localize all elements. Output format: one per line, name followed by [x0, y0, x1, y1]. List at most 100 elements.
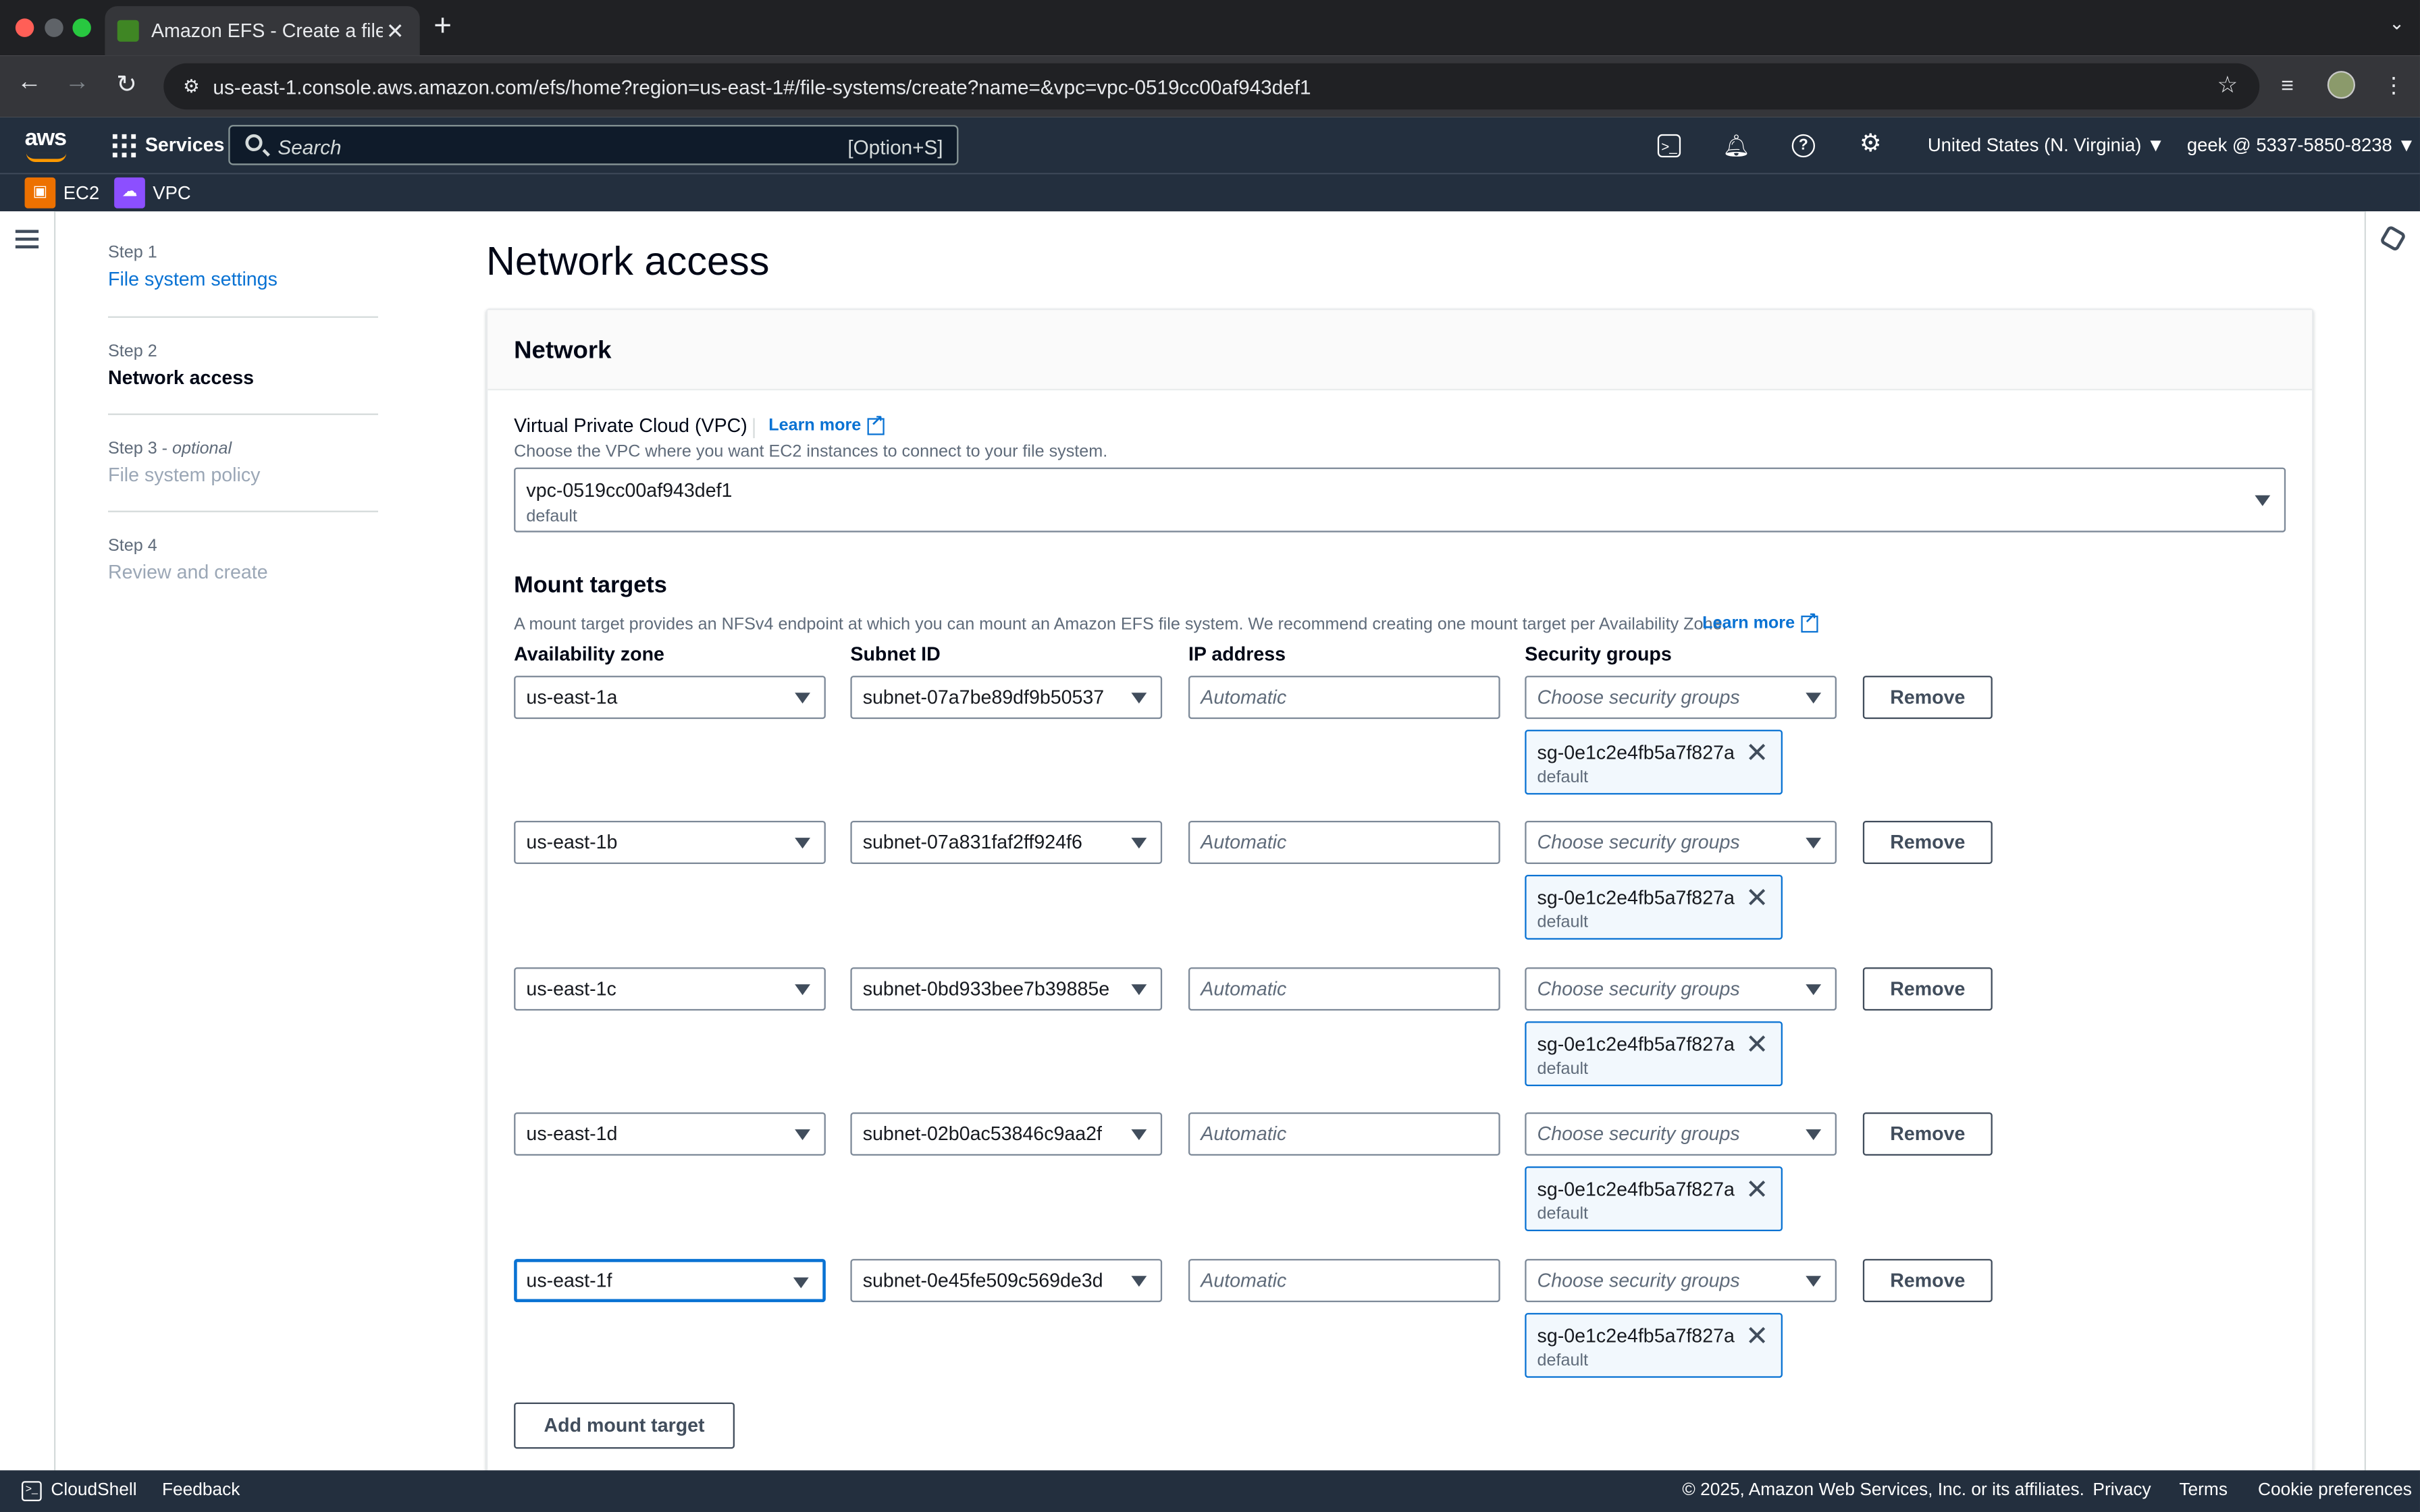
ip-address-input[interactable]: Automatic: [1188, 676, 1500, 720]
privacy-link[interactable]: Privacy: [2093, 1481, 2151, 1499]
chevron-down-icon: [795, 1129, 810, 1141]
wizard-step-4: Step 4 Review and create: [108, 512, 378, 610]
ip-address-input[interactable]: Automatic: [1188, 1259, 1500, 1303]
feedback-link[interactable]: Feedback: [162, 1481, 240, 1499]
favorite-vpc-label: VPC: [153, 182, 191, 204]
chevron-down-icon: [1806, 838, 1822, 849]
console-footer: >_ CloudShell Feedback © 2025, Amazon We…: [0, 1470, 2420, 1512]
step-link-file-system-settings[interactable]: File system settings: [108, 269, 378, 290]
menu-hamburger-icon[interactable]: [15, 230, 39, 253]
vpc-learn-more-link[interactable]: Learn more: [768, 412, 885, 435]
mount-target-row: us-east-1b subnet-07a831faf2ff924f6 Auto…: [488, 820, 2312, 966]
chevron-down-icon: [1806, 1276, 1822, 1287]
add-mount-target-button[interactable]: Add mount target: [514, 1402, 735, 1449]
services-menu[interactable]: Services: [145, 134, 225, 156]
subnet-select[interactable]: subnet-07a7be89df9b50537: [850, 676, 1163, 720]
dismiss-token-icon[interactable]: ✕: [1745, 1322, 1768, 1350]
security-group-token: sg-0e1c2e4fb5a7f827a default ✕: [1525, 1313, 1783, 1378]
wizard-step-3: Step 3 - optional File system policy: [107, 415, 378, 512]
aws-logo[interactable]: aws: [25, 126, 72, 162]
dismiss-token-icon[interactable]: ✕: [1745, 739, 1768, 767]
dismiss-token-icon[interactable]: ✕: [1745, 1176, 1768, 1204]
az-select[interactable]: us-east-1c: [514, 967, 826, 1011]
subnet-select[interactable]: subnet-07a831faf2ff924f6: [850, 820, 1163, 864]
account-menu[interactable]: geek @ 5337-5850-8238 ▼: [2187, 134, 2416, 156]
cloudshell-icon[interactable]: >_: [21, 1481, 42, 1501]
address-bar[interactable]: ⚙ us-east-1.console.aws.amazon.com/efs/h…: [163, 63, 2260, 110]
security-groups-select[interactable]: Choose security groups: [1525, 676, 1837, 720]
az-select[interactable]: us-east-1b: [514, 820, 826, 864]
reload-icon[interactable]: ↻: [109, 70, 143, 101]
ip-address-input[interactable]: Automatic: [1188, 820, 1500, 864]
remove-button[interactable]: Remove: [1862, 820, 1993, 864]
search-input[interactable]: Search [Option+S]: [228, 125, 959, 165]
cookie-preferences-link[interactable]: Cookie preferences: [2258, 1481, 2412, 1499]
security-group-token: sg-0e1c2e4fb5a7f827a default ✕: [1525, 1166, 1783, 1231]
site-settings-icon[interactable]: ⚙: [176, 71, 207, 102]
cloudshell-icon[interactable]: >_: [1657, 134, 1681, 158]
token-desc: default: [1537, 1351, 1589, 1370]
tools-panel-icon[interactable]: [2379, 224, 2407, 252]
dismiss-token-icon[interactable]: ✕: [1745, 884, 1768, 912]
ip-address-input[interactable]: Automatic: [1188, 967, 1500, 1011]
page-title: Network access: [485, 237, 770, 284]
cloudshell-link[interactable]: CloudShell: [51, 1481, 136, 1499]
close-window-button[interactable]: [15, 18, 34, 37]
browser-toolbar: ← → ↻ ⚙ us-east-1.console.aws.amazon.com…: [0, 55, 2420, 117]
container-header: Network: [488, 310, 2312, 391]
chevron-down-icon: [1131, 838, 1147, 849]
security-groups-select[interactable]: Choose security groups: [1525, 967, 1837, 1011]
chevron-down-icon: [1131, 693, 1147, 704]
maximize-window-button[interactable]: [72, 18, 91, 37]
browser-menu-icon[interactable]: ⋮: [2383, 72, 2404, 99]
subnet-select[interactable]: subnet-0bd933bee7b39885e: [850, 967, 1163, 1011]
tab-search-icon[interactable]: ⌄: [2389, 12, 2404, 34]
minimize-window-button[interactable]: [45, 18, 63, 37]
browser-tab[interactable]: Amazon EFS - Create a file sy ✕: [105, 6, 420, 56]
mount-targets-description: A mount target provides an NFSv4 endpoin…: [514, 615, 1727, 634]
security-groups-select[interactable]: Choose security groups: [1525, 820, 1837, 864]
terms-link[interactable]: Terms: [2179, 1481, 2228, 1499]
step-current-network-access: Network access: [107, 367, 255, 389]
subnet-select[interactable]: subnet-0e45fe509c569de3d: [850, 1259, 1163, 1303]
help-icon[interactable]: ?: [1791, 134, 1815, 158]
bookmark-star-icon[interactable]: ☆: [2217, 71, 2238, 99]
token-name: sg-0e1c2e4fb5a7f827a: [1537, 887, 1735, 909]
services-grid-icon[interactable]: [112, 134, 136, 158]
remove-button[interactable]: Remove: [1862, 967, 1993, 1011]
reading-list-icon[interactable]: ≡: [2281, 72, 2294, 97]
forward-arrow-icon[interactable]: →: [60, 70, 94, 97]
security-groups-select[interactable]: Choose security groups: [1525, 1259, 1837, 1303]
security-groups-select[interactable]: Choose security groups: [1525, 1112, 1837, 1156]
side-navigation-rail: [0, 211, 56, 1471]
url-text: us-east-1.console.aws.amazon.com/efs/hom…: [213, 74, 1311, 99]
ip-address-input[interactable]: Automatic: [1188, 1112, 1500, 1156]
mount-target-row: us-east-1c subnet-0bd933bee7b39885e Auto…: [488, 967, 2312, 1112]
mount-targets-heading: Mount targets: [514, 572, 667, 599]
mount-targets-learn-more-link[interactable]: Learn more: [1702, 610, 1818, 632]
region-selector[interactable]: United States (N. Virginia) ▼: [1928, 134, 2165, 156]
remove-button[interactable]: Remove: [1862, 1112, 1993, 1156]
search-icon: [245, 134, 263, 151]
dismiss-token-icon[interactable]: ✕: [1745, 1031, 1768, 1058]
close-tab-icon[interactable]: ✕: [383, 18, 408, 44]
az-select[interactable]: us-east-1a: [514, 676, 826, 720]
favorite-vpc[interactable]: ☁ VPC: [114, 177, 191, 209]
az-select[interactable]: us-east-1d: [514, 1112, 826, 1156]
profile-avatar[interactable]: [2327, 71, 2355, 99]
notifications-bell-icon[interactable]: 🔔︎: [1722, 131, 1750, 159]
wizard-step-1: Step 1 File system settings: [107, 244, 378, 318]
subnet-select[interactable]: subnet-02b0ac53846c9aa2f: [850, 1112, 1163, 1156]
vpc-select[interactable]: vpc-0519cc00af943def1 default: [514, 467, 2286, 533]
az-select[interactable]: us-east-1f: [514, 1259, 826, 1303]
favorite-ec2[interactable]: ▣ EC2: [24, 177, 99, 209]
remove-button[interactable]: Remove: [1862, 676, 1993, 720]
step-file-system-policy: File system policy: [107, 464, 261, 486]
chevron-down-icon: [1806, 984, 1822, 996]
token-name: sg-0e1c2e4fb5a7f827a: [1537, 1325, 1735, 1347]
remove-button[interactable]: Remove: [1862, 1259, 1993, 1303]
ec2-service-icon: ▣: [24, 177, 56, 209]
settings-gear-icon[interactable]: ⚙: [1857, 131, 1885, 159]
back-arrow-icon[interactable]: ←: [12, 70, 46, 97]
new-tab-icon[interactable]: +: [433, 9, 452, 45]
